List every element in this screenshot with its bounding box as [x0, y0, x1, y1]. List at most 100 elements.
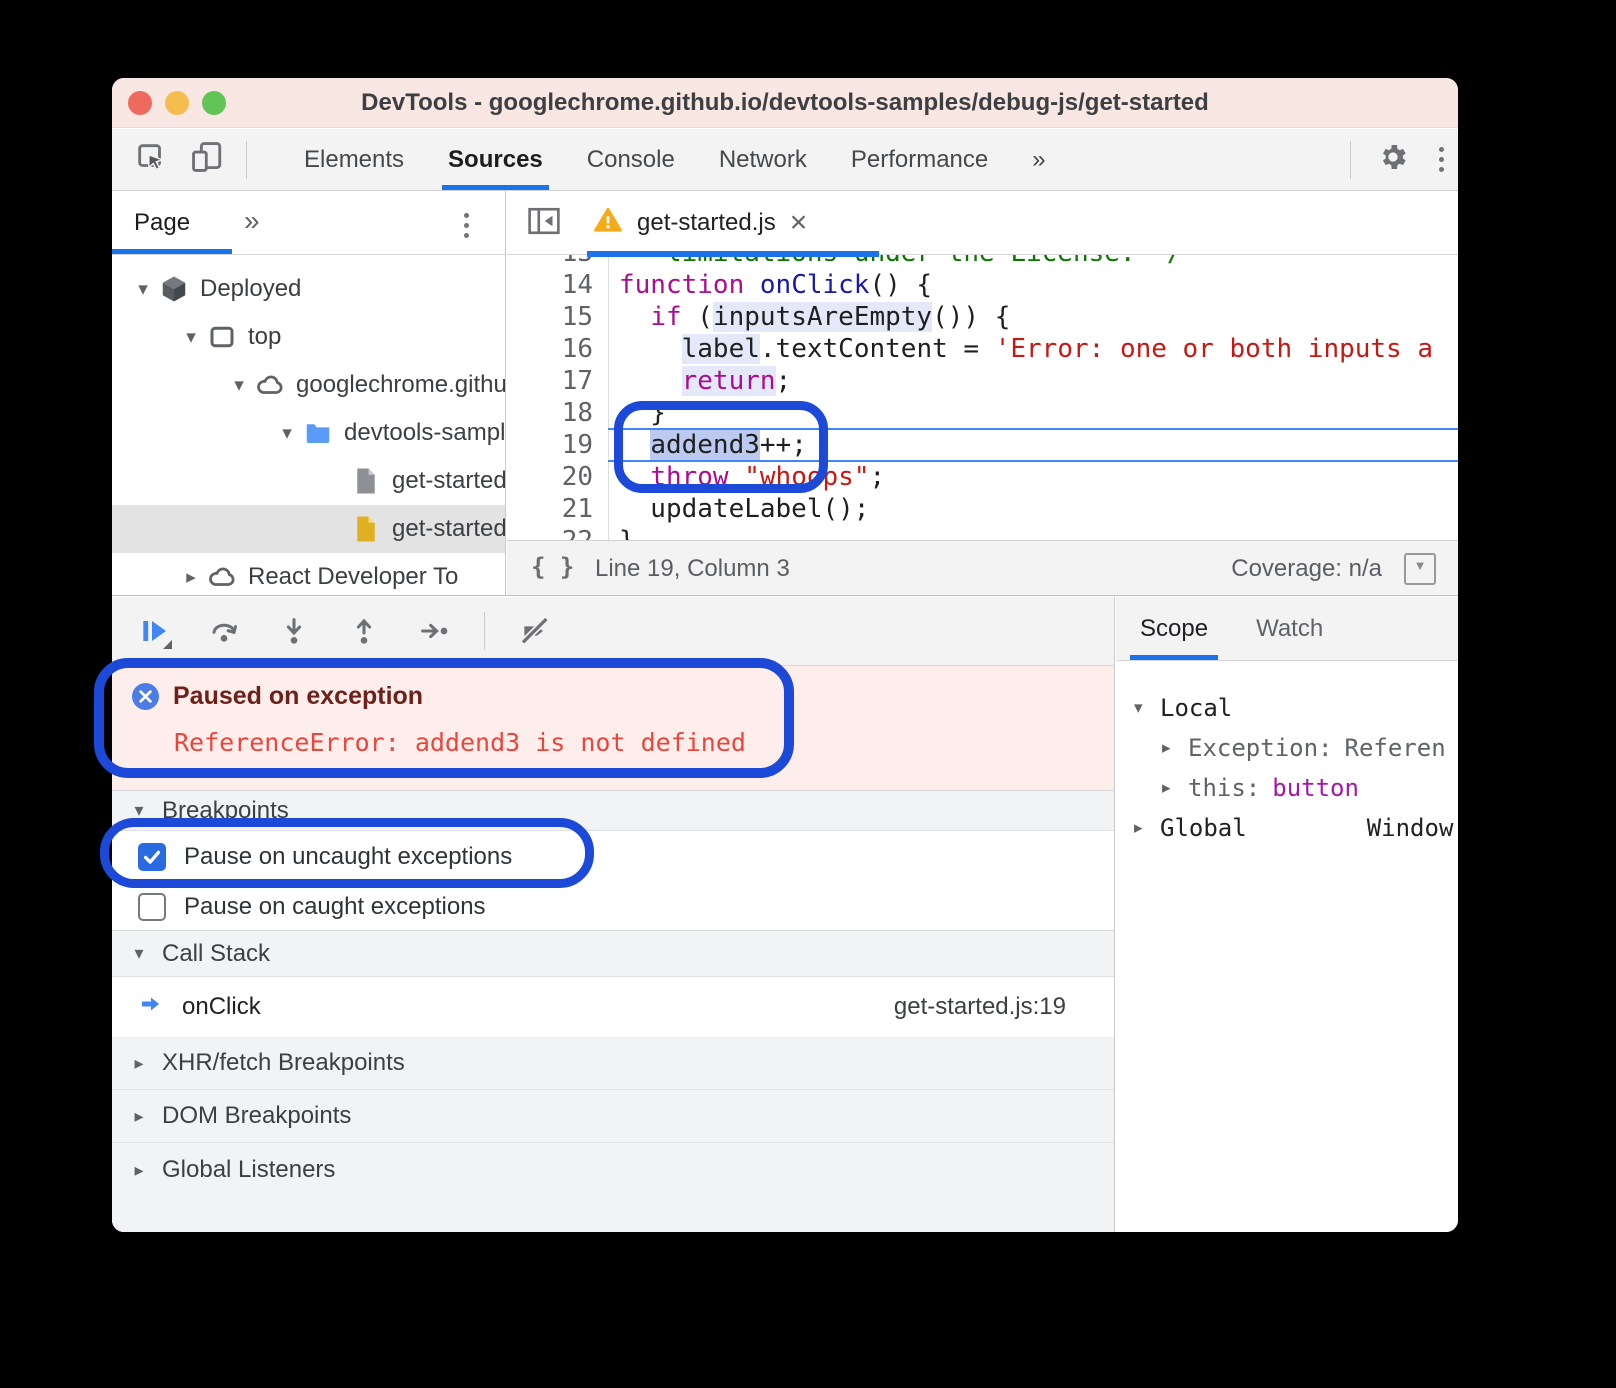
code-token: .textContent =: [760, 334, 995, 364]
code-token: }: [619, 398, 666, 428]
tree-item-get-started[interactable]: get-started: [112, 457, 505, 505]
tree-item-deployed[interactable]: ▾Deployed: [112, 265, 505, 313]
dom-breakpoints-label: DOM Breakpoints: [162, 1102, 351, 1130]
code-line-20[interactable]: 20 throw "whoops";: [507, 461, 1458, 493]
close-window-button[interactable]: [128, 91, 152, 115]
inspect-element-icon[interactable]: [134, 140, 168, 179]
current-frame-arrow-icon: [138, 992, 162, 1023]
code-token: [619, 430, 650, 460]
traffic-lights: [128, 91, 226, 115]
tab-scope[interactable]: Scope: [1140, 597, 1208, 660]
call-stack-section-header[interactable]: ▾ Call Stack: [112, 930, 1114, 977]
scope-global[interactable]: ▸GlobalWindow: [1116, 808, 1458, 848]
xhr-breakpoints-section-header[interactable]: ▸ XHR/fetch Breakpoints: [112, 1037, 1114, 1090]
device-toolbar-icon[interactable]: [190, 140, 224, 179]
step-out-button[interactable]: [344, 611, 384, 651]
caret-right-icon: ▸: [176, 566, 206, 589]
tab-more-panels[interactable]: »: [1032, 129, 1045, 190]
minimize-window-button[interactable]: [165, 91, 189, 115]
line-number: 16: [507, 333, 607, 365]
scope-key: Global: [1160, 814, 1247, 842]
caret-down-icon: ▾: [176, 326, 206, 349]
code-text: label.textContent = 'Error: one or both …: [607, 333, 1433, 365]
pause-uncaught-row[interactable]: Pause on uncaught exceptions: [112, 831, 1114, 883]
global-listeners-section-header[interactable]: ▸ Global Listeners: [112, 1143, 1114, 1197]
cloud-icon: [206, 562, 238, 592]
code-text: }: [607, 397, 666, 429]
line-number: 17: [507, 365, 607, 397]
step-into-button[interactable]: [274, 611, 314, 651]
step-over-button[interactable]: [204, 611, 244, 651]
pause-uncaught-checkbox[interactable]: [138, 843, 166, 871]
pause-caught-checkbox[interactable]: [138, 893, 166, 921]
scope-exception[interactable]: ▸Exception:Referen: [1116, 728, 1458, 768]
dom-breakpoints-section-header[interactable]: ▸ DOM Breakpoints: [112, 1090, 1114, 1143]
code-token: [729, 462, 745, 492]
code-line-17[interactable]: 17 return;: [507, 365, 1458, 397]
code-token: [619, 366, 682, 396]
code-text: throw "whoops";: [607, 461, 885, 493]
hide-navigator-icon[interactable]: [527, 206, 561, 241]
tree-item-get-started-js[interactable]: get-started.js: [112, 505, 505, 553]
tab-network[interactable]: Network: [719, 129, 807, 190]
zoom-window-button[interactable]: [202, 91, 226, 115]
tree-item-react-devtools[interactable]: ▸React Developer To: [112, 553, 505, 595]
tab-watch[interactable]: Watch: [1256, 597, 1323, 660]
code-token: }: [619, 526, 635, 540]
more-options-icon[interactable]: [1435, 143, 1448, 176]
code-line-18[interactable]: 18 }: [507, 397, 1458, 429]
editor-tabbar: get-started.js ×: [507, 191, 1458, 255]
code-token: () {: [869, 270, 932, 300]
code-line-21[interactable]: 21 updateLabel();: [507, 493, 1458, 525]
expand-caret-icon: ▸: [128, 1053, 150, 1074]
paused-message: Paused on exception ReferenceError: adde…: [112, 666, 1114, 791]
pause-caught-row[interactable]: Pause on caught exceptions: [112, 883, 1114, 930]
tab-console[interactable]: Console: [587, 129, 675, 190]
line-number: 21: [507, 493, 607, 525]
deactivate-breakpoints-button[interactable]: [515, 611, 555, 651]
code-token: if: [650, 302, 681, 332]
tree-item-devtools-samples[interactable]: ▾devtools-samples: [112, 409, 505, 457]
code-token: label: [682, 334, 760, 364]
code-token: [619, 462, 650, 492]
editor-tab-underline: [587, 251, 879, 257]
navigator-more-icon[interactable]: [460, 209, 473, 242]
tab-sources[interactable]: Sources: [448, 129, 543, 190]
code-token: 'Error: one or both inputs a: [995, 334, 1433, 364]
code-line-16[interactable]: 16 label.textContent = 'Error: one or bo…: [507, 333, 1458, 365]
scope-this[interactable]: ▸this:button: [1116, 768, 1458, 808]
tree-item-googlechrome[interactable]: ▾googlechrome.githu: [112, 361, 505, 409]
call-stack-frame[interactable]: onClick get-started.js:19: [112, 977, 1114, 1037]
close-tab-icon[interactable]: ×: [790, 208, 808, 238]
editor-tab-get-started-js[interactable]: get-started.js ×: [593, 191, 807, 254]
toolbar-separator: [1350, 141, 1351, 179]
code-line-14[interactable]: 14function onClick() {: [507, 269, 1458, 301]
paused-x-icon: [132, 683, 159, 710]
code-line-13[interactable]: 13 * limitations under the License. */: [507, 255, 1458, 269]
tree-item-label: get-started: [392, 467, 506, 495]
code-editor[interactable]: 13 * limitations under the License. */14…: [507, 255, 1458, 540]
code-token: return: [682, 366, 776, 396]
settings-gear-icon[interactable]: [1377, 141, 1409, 178]
editor-statusbar: { } Line 19, Column 3 Coverage: n/a ▼: [507, 540, 1458, 595]
line-number: 22: [507, 525, 607, 540]
code-text: if (inputsAreEmpty()) {: [607, 301, 1010, 333]
resume-script-button[interactable]: [134, 611, 174, 651]
code-line-22[interactable]: 22}: [507, 525, 1458, 540]
drawer-toggle-icon[interactable]: ▼: [1404, 553, 1436, 585]
tree-item-label: get-started.js: [392, 515, 506, 543]
format-braces-icon[interactable]: { }: [531, 541, 574, 594]
tree-item-label: top: [248, 323, 281, 351]
step-button[interactable]: [414, 611, 454, 651]
breakpoints-section-header[interactable]: ▾ Breakpoints: [112, 791, 1114, 831]
code-line-19[interactable]: 19 addend3++;: [507, 429, 1458, 461]
caret-down-icon: ▾: [1134, 698, 1160, 718]
tab-page[interactable]: Page: [134, 191, 190, 255]
scope-local[interactable]: ▾Local: [1116, 688, 1458, 728]
tab-elements[interactable]: Elements: [304, 129, 404, 190]
more-tabs-chevron-icon[interactable]: »: [244, 191, 260, 251]
tab-performance[interactable]: Performance: [851, 129, 988, 190]
tree-item-top[interactable]: ▾ top: [112, 313, 505, 361]
frame-location[interactable]: get-started.js:19: [894, 993, 1066, 1021]
code-line-15[interactable]: 15 if (inputsAreEmpty()) {: [507, 301, 1458, 333]
